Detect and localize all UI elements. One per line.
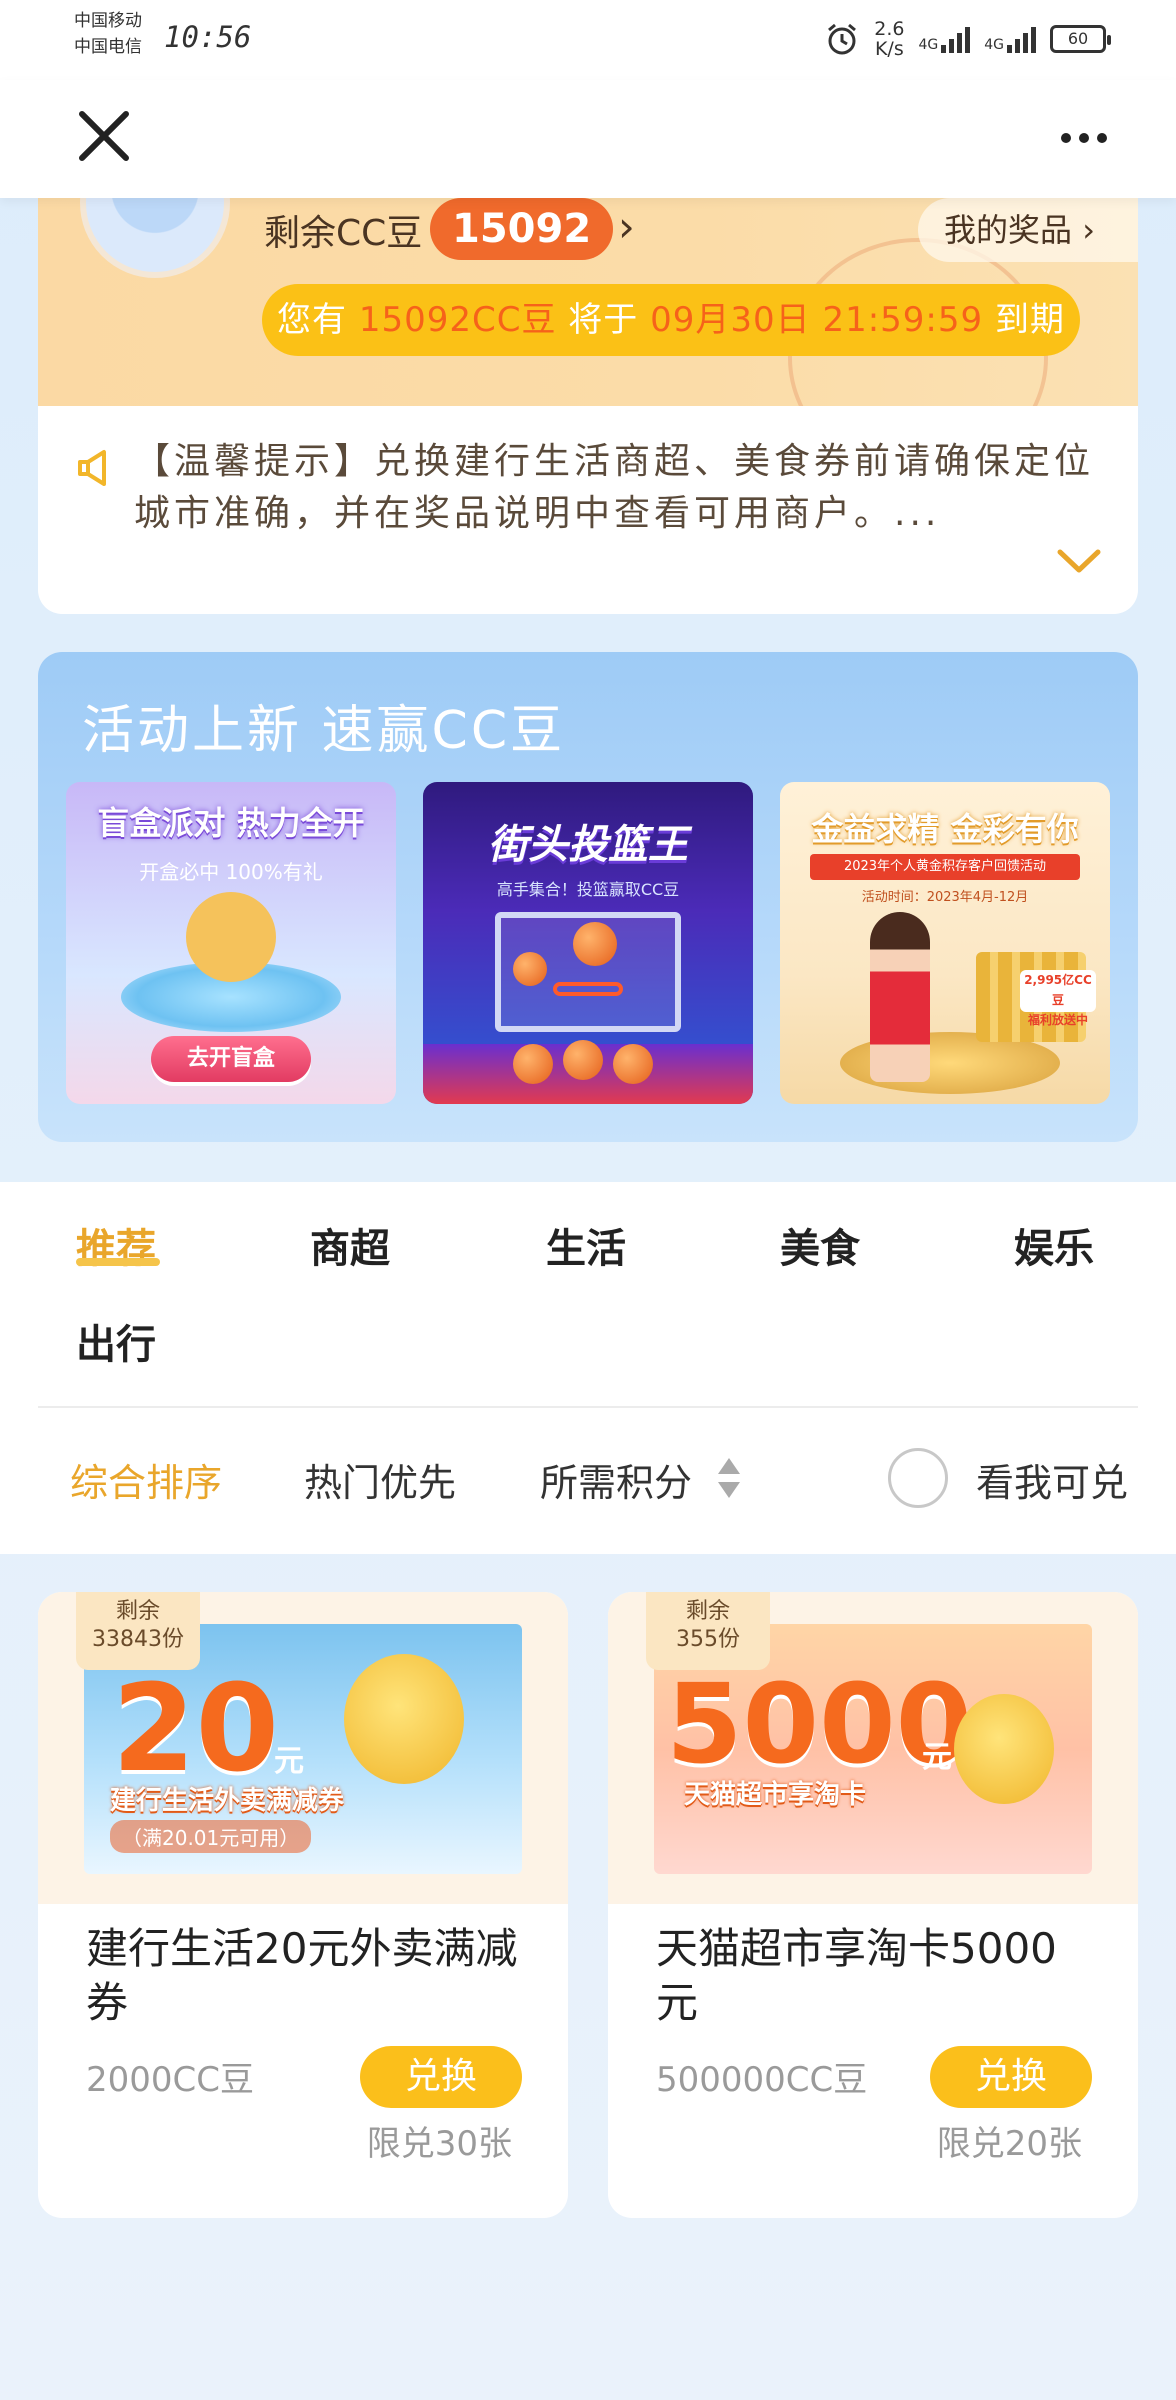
close-icon: [79, 111, 129, 161]
points-card: 剩余CC豆 15092 › 我的奖品 › 您有 15092CC豆 将于 09月3…: [38, 198, 1138, 406]
points-label: 剩余CC豆: [264, 213, 423, 254]
status-bar: 中国移动 中国电信 10:56 2.6 K/s 4G 4G 60: [0, 0, 1176, 80]
chevron-right-icon: ›: [1082, 211, 1095, 249]
product-image-area: 5000 元 天猫超市享淘卡 剩余 355份: [608, 1592, 1138, 1904]
signal-2-icon: 4G: [984, 25, 1036, 53]
alarm-icon: [828, 23, 857, 55]
coupon-condition: （满20.01元可用）: [110, 1820, 312, 1853]
carrier-labels: 中国移动 中国电信: [74, 8, 142, 60]
tab-entertainment[interactable]: 娱乐: [1014, 1216, 1094, 1274]
sort-popular[interactable]: 热门优先: [304, 1452, 456, 1507]
redeem-limit: 限兑20张: [936, 2124, 1082, 2164]
nav-bar: [0, 80, 1176, 198]
redeem-limit: 限兑30张: [366, 2124, 512, 2164]
coupon-amount: 20: [112, 1660, 279, 1799]
redeem-button[interactable]: 兑换: [360, 2046, 522, 2108]
tab-life[interactable]: 生活: [546, 1216, 626, 1274]
activity-tile-blindbox[interactable]: 盲盒派对 热力全开 开盒必中 100%有礼 去开盲盒: [66, 782, 396, 1104]
coupon-caption: 建行生活外卖满减券: [110, 1786, 345, 1816]
tab-supermarket[interactable]: 商超: [310, 1216, 390, 1274]
chevron-right-icon[interactable]: ›: [618, 202, 635, 251]
expire-notice-pill: 您有 15092CC豆 将于 09月30日 21:59:59 到期: [262, 284, 1080, 356]
basketball-icon: [513, 1044, 553, 1084]
more-dot-icon: [1061, 133, 1071, 143]
divider: [38, 1406, 1138, 1408]
sort-points[interactable]: 所需积分: [540, 1452, 692, 1507]
tile-title: 盲盒派对 热力全开: [97, 804, 365, 842]
coupon-unit: 元: [274, 1744, 304, 1779]
expire-amount: 15092CC豆: [358, 300, 557, 340]
carrier-1: 中国移动: [74, 11, 142, 31]
card-unit: 元: [922, 1740, 952, 1775]
affordable-filter-radio[interactable]: [888, 1448, 948, 1508]
net-speed: 2.6 K/s: [874, 18, 905, 60]
notice-panel[interactable]: 【温馨提示】兑换建行生活商超、美食券前请确保定位城市准确，并在奖品说明中查看可用…: [38, 406, 1138, 614]
more-dot-icon: [1079, 133, 1089, 143]
product-name: 天猫超市享淘卡5000元: [656, 1924, 1057, 2027]
signal-1-icon: 4G: [918, 25, 971, 53]
tile-subtitle: 高手集合！投篮赢取CC豆: [496, 880, 680, 899]
my-prizes-label: 我的奖品: [944, 211, 1073, 249]
tile-banner: 2023年个人黄金积存客户回馈活动: [810, 854, 1080, 880]
tile-date: 活动时间：2023年4月-12月: [861, 890, 1029, 905]
battery-icon: 60: [1050, 25, 1111, 53]
product-price: 2000CC豆: [86, 2060, 255, 2100]
tab-food[interactable]: 美食: [780, 1216, 860, 1274]
megaphone-icon: [78, 450, 106, 486]
notice-text: 【温馨提示】兑换建行生活商超、美食券前请确保定位城市准确，并在奖品说明中查看可用…: [134, 441, 1095, 534]
tile-badge: 2,995亿CC豆 福利放送中: [1020, 970, 1096, 1027]
redeem-button[interactable]: 兑换: [930, 2046, 1092, 2108]
open-blindbox-button[interactable]: 去开盲盒: [151, 1036, 311, 1082]
product-name: 建行生活20元外卖满减券: [86, 1924, 518, 2027]
basketball-icon: [563, 1040, 603, 1080]
product-card[interactable]: 5000 元 天猫超市享淘卡 剩余 355份 天猫超市享淘卡5000元 5000…: [608, 1592, 1138, 2218]
person-illustration: [870, 912, 930, 1082]
tile-title: 街头投篮王: [488, 822, 688, 868]
sort-comprehensive[interactable]: 综合排序: [70, 1452, 222, 1507]
tile-subtitle: 开盒必中 100%有礼: [139, 860, 323, 884]
sort-arrows-icon[interactable]: [716, 1456, 742, 1500]
points-value-badge[interactable]: 15092: [430, 198, 614, 260]
mascot-illustration: [344, 1654, 464, 1784]
expire-date: 09月30日 21:59:59: [650, 300, 984, 340]
activity-tile-basketball[interactable]: 街头投篮王 高手集合！投篮赢取CC豆: [423, 782, 753, 1104]
avatar[interactable]: [80, 198, 230, 278]
hoop-illustration: [553, 982, 623, 996]
basketball-icon: [573, 922, 617, 966]
product-card[interactable]: 20 元 建行生活外卖满减券 （满20.01元可用） 剩余 33843份 建行生…: [38, 1592, 568, 2218]
product-price: 500000CC豆: [656, 2060, 868, 2100]
card-caption: 天猫超市享淘卡: [684, 1780, 867, 1810]
carrier-2: 中国电信: [74, 37, 142, 57]
stock-tag: 剩余 33843份: [76, 1592, 200, 1670]
tab-travel[interactable]: 出行: [76, 1312, 156, 1370]
clock: 10:56: [164, 20, 252, 54]
tile-title: 金益求精 金彩有你: [811, 810, 1079, 848]
basketball-icon: [613, 1044, 653, 1084]
my-prizes-button[interactable]: 我的奖品 ›: [918, 198, 1138, 262]
mascot-illustration: [186, 892, 276, 982]
stock-tag: 剩余 355份: [646, 1592, 770, 1670]
activity-panel: 活动上新 速赢CC豆 盲盒派对 热力全开 开盒必中 100%有礼 去开盲盒 街头…: [38, 652, 1138, 1142]
more-button[interactable]: [1048, 110, 1120, 166]
affordable-filter-label[interactable]: 看我可兑: [976, 1452, 1128, 1507]
activity-tile-gold[interactable]: 金益求精 金彩有你 2023年个人黄金积存客户回馈活动 活动时间：2023年4月…: [780, 782, 1110, 1104]
close-button[interactable]: [72, 104, 136, 168]
mascot-illustration: [954, 1694, 1054, 1804]
activity-title: 活动上新 速赢CC豆: [82, 701, 566, 761]
chevron-down-icon[interactable]: [1056, 546, 1102, 576]
basketball-icon: [513, 952, 547, 986]
product-image-area: 20 元 建行生活外卖满减券 （满20.01元可用） 剩余 33843份: [38, 1592, 568, 1904]
status-icons: 2.6 K/s 4G 4G 60: [824, 14, 1111, 64]
more-dot-icon: [1097, 133, 1107, 143]
tab-underline: [76, 1258, 160, 1266]
